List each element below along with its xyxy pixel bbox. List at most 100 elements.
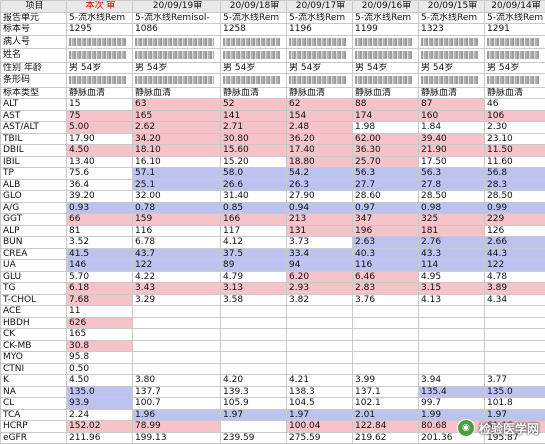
col-header-date[interactable]: 20/09/14审 bbox=[485, 1, 545, 13]
info-cell: 1086 bbox=[133, 24, 221, 36]
result-cell: 4.79 bbox=[221, 271, 287, 283]
redacted-cell bbox=[353, 49, 419, 63]
info-row[interactable]: 报告单元5-流水线Rem5-流水线Remisol-5-流水线Rem5-流水线Re… bbox=[1, 12, 545, 24]
result-cell: 4.78 bbox=[485, 271, 545, 283]
result-cell-high: 39.40 bbox=[419, 133, 485, 145]
info-row[interactable]: 标本类型静脉血清静脉血清静脉血清静脉血清静脉血清静脉血清静脉血清 bbox=[1, 87, 545, 99]
result-row[interactable]: T-CHOL7.683.293.583.823.764.134.34 bbox=[1, 294, 545, 306]
info-row[interactable]: 姓名 bbox=[1, 49, 545, 63]
result-cell-high: 181 bbox=[419, 225, 485, 237]
result-row[interactable]: ALP81116117131196181126 bbox=[1, 225, 545, 237]
result-row[interactable]: AST75165141154174160106 bbox=[1, 110, 545, 122]
test-name: CK bbox=[1, 329, 67, 341]
result-cell-high: 6.20 bbox=[287, 271, 353, 283]
result-cell-low: 0.93 bbox=[67, 202, 133, 214]
result-row[interactable]: ALB36.425.126.626.327.727.828.3 bbox=[1, 179, 545, 191]
info-row[interactable]: 条形码 bbox=[1, 74, 545, 88]
redaction-mosaic bbox=[69, 38, 126, 46]
result-row[interactable]: GLO39.2032.0031.4027.9028.6028.5028.50 bbox=[1, 191, 545, 203]
redacted-cell bbox=[419, 74, 485, 88]
result-cell bbox=[133, 352, 221, 364]
redacted-cell bbox=[419, 49, 485, 63]
col-header-current[interactable]: 本次 审 bbox=[67, 1, 133, 13]
result-cell: 32.00 bbox=[133, 191, 221, 203]
result-cell: 199.13 bbox=[133, 432, 221, 444]
result-row[interactable]: NA135.0137.7139.3138.3137.1135.4135.0 bbox=[1, 386, 545, 398]
result-cell: 211.96 bbox=[67, 432, 133, 444]
result-row[interactable]: TG6.183.433.132.932.833.153.89 bbox=[1, 283, 545, 295]
result-cell-low: 1.97 bbox=[221, 409, 287, 421]
result-cell: 4.12 bbox=[221, 237, 287, 249]
result-cell bbox=[485, 317, 545, 329]
result-row[interactable]: GGT66159166213347325229 bbox=[1, 214, 545, 226]
info-cell: 静脉血清 bbox=[221, 87, 287, 99]
test-name: GLU bbox=[1, 271, 67, 283]
result-row[interactable]: DBIL4.5018.1015.6017.4036.3021.9011.50 bbox=[1, 145, 545, 157]
result-cell: 3.76 bbox=[353, 294, 419, 306]
result-cell bbox=[133, 306, 221, 318]
info-cell: 5-流水线Rem bbox=[485, 12, 545, 24]
result-row[interactable]: ACE11 bbox=[1, 306, 545, 318]
result-cell-low: 0.85 bbox=[221, 202, 287, 214]
col-header-date[interactable]: 20/09/17审 bbox=[287, 1, 353, 13]
result-cell-high: 18.10 bbox=[133, 145, 221, 157]
result-row[interactable]: UA1461228994116114122 bbox=[1, 260, 545, 272]
test-name: MYO bbox=[1, 352, 67, 364]
result-row[interactable]: CTNI0.50 bbox=[1, 363, 545, 375]
test-name: CL bbox=[1, 398, 67, 410]
redacted-cell bbox=[221, 74, 287, 88]
result-cell-high: 7.68 bbox=[67, 294, 133, 306]
result-row[interactable]: CK-MB30.8 bbox=[1, 340, 545, 352]
result-row[interactable]: HBDH626 bbox=[1, 317, 545, 329]
result-cell bbox=[287, 317, 353, 329]
result-row[interactable]: TP75.657.158.054.256.356.356.8 bbox=[1, 168, 545, 180]
test-name: GLO bbox=[1, 191, 67, 203]
info-row[interactable]: 病人号 bbox=[1, 35, 545, 49]
test-name: ALT bbox=[1, 99, 67, 111]
result-cell bbox=[221, 421, 287, 433]
result-cell-low: 26.3 bbox=[287, 179, 353, 191]
col-header-item[interactable]: 项目 bbox=[1, 1, 67, 13]
col-header-date[interactable]: 20/09/16审 bbox=[353, 1, 419, 13]
redacted-cell bbox=[221, 49, 287, 63]
result-cell-high: 2.71 bbox=[221, 122, 287, 134]
col-header-date[interactable]: 20/09/18审 bbox=[221, 1, 287, 13]
result-row[interactable]: IBIL13.4016.1015.2018.8025.7017.5011.60 bbox=[1, 156, 545, 168]
result-cell-low: 58.0 bbox=[221, 168, 287, 180]
result-cell-high: 3.43 bbox=[133, 283, 221, 295]
result-cell: 11 bbox=[67, 306, 133, 318]
result-row[interactable]: K4.503.804.204.213.993.943.77 bbox=[1, 375, 545, 387]
result-cell-low: 1.96 bbox=[133, 409, 221, 421]
result-cell-high: 62.00 bbox=[353, 133, 419, 145]
col-header-date[interactable]: 20/09/19审 bbox=[133, 1, 221, 13]
col-header-date[interactable]: 20/09/15审 bbox=[419, 1, 485, 13]
result-row[interactable]: TBIL17.9034.2030.8036.2062.0039.4023.10 bbox=[1, 133, 545, 145]
result-cell-low: 28.3 bbox=[485, 179, 545, 191]
result-row[interactable]: ALT15635262888746 bbox=[1, 99, 545, 111]
result-cell-low: 26.6 bbox=[221, 179, 287, 191]
result-cell-low: 56.8 bbox=[485, 168, 545, 180]
result-row[interactable]: CREA41.543.737.533.440.343.344.3 bbox=[1, 248, 545, 260]
result-cell-high: 2.48 bbox=[287, 122, 353, 134]
info-cell: 5-流水线Rem bbox=[419, 12, 485, 24]
redaction-mosaic bbox=[289, 76, 346, 84]
result-cell-low: 37.5 bbox=[221, 248, 287, 260]
result-row[interactable]: CL93.9100.7105.9104.5102.199.7101.8 bbox=[1, 398, 545, 410]
info-cell: 男 54岁 bbox=[221, 62, 287, 74]
result-cell-high: 30.8 bbox=[67, 340, 133, 352]
result-row[interactable]: BUN3.526.784.123.732.632.762.66 bbox=[1, 237, 545, 249]
info-row[interactable]: 标本号1295108612581196119913231291 bbox=[1, 24, 545, 36]
result-cell-high: 106 bbox=[485, 110, 545, 122]
result-row[interactable]: GLU5.704.224.796.206.464.954.78 bbox=[1, 271, 545, 283]
result-row[interactable]: A/G0.930.780.850.940.970.980.99 bbox=[1, 202, 545, 214]
result-cell-low: 27.8 bbox=[419, 179, 485, 191]
info-cell: 5-流水线Rem bbox=[287, 12, 353, 24]
result-row[interactable]: MYO95.8 bbox=[1, 352, 545, 364]
test-name: ALP bbox=[1, 225, 67, 237]
result-row[interactable]: AST/ALT5.002.622.712.481.981.842.30 bbox=[1, 122, 545, 134]
result-cell-high: 213 bbox=[287, 214, 353, 226]
test-name: BUN bbox=[1, 237, 67, 249]
result-row[interactable]: CK165 bbox=[1, 329, 545, 341]
info-cell: 5-流水线Remisol- bbox=[133, 12, 221, 24]
info-row[interactable]: 性别 年龄男 54岁男 54岁男 54岁男 54岁男 54岁男 54岁男 54岁 bbox=[1, 62, 545, 74]
